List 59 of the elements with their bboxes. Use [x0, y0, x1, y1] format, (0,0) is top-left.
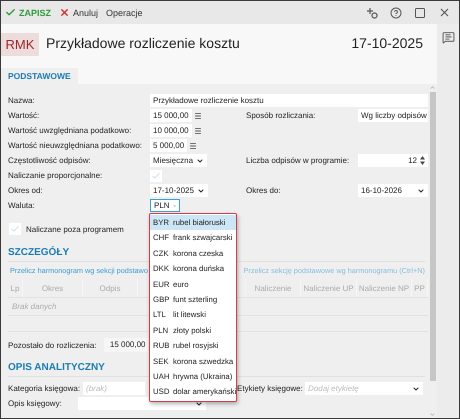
field-label: Wartość nieuwzględniana podatkowo:	[8, 141, 144, 150]
calculator-icon[interactable]	[194, 112, 202, 120]
column-header: Naliczenie UP	[301, 279, 357, 297]
amount-field[interactable]: 5 000,00	[150, 139, 188, 152]
chevron-down-icon	[196, 156, 204, 164]
comment-icon[interactable]	[442, 31, 454, 44]
field-label: Wartość uwzględniana podatkowo:	[8, 126, 132, 135]
remaining-amount: 15 000,00	[104, 338, 148, 352]
field-label: Wartość:	[8, 111, 40, 120]
spinner-icon[interactable]	[420, 156, 425, 165]
column-header: Lp	[8, 279, 23, 297]
field-label: Częstotliwość odpisów:	[8, 156, 92, 165]
field-label: Okres od:	[8, 186, 44, 195]
field-label: Sposób rozliczania:	[246, 111, 316, 120]
chevron-down-icon	[412, 384, 420, 392]
cross-icon	[59, 7, 70, 18]
field-label: Okres do:	[246, 186, 282, 195]
field-label: Liczba odpisów w programie:	[246, 156, 350, 165]
chevron-down-icon	[195, 400, 203, 408]
column-header: PP	[412, 279, 428, 297]
field-label: Nazwa:	[8, 96, 36, 105]
field-label: Waluta:	[8, 201, 36, 210]
checkbox[interactable]	[150, 170, 162, 182]
column-header: Naliczenie	[246, 279, 301, 297]
scrollbar-thumb[interactable]	[430, 92, 436, 381]
checkbox[interactable]	[9, 223, 21, 235]
maximize-icon[interactable]	[414, 6, 426, 18]
checkbox-label: Naliczane poza programem	[26, 224, 124, 234]
select-field[interactable]: 16-10-2026	[358, 184, 428, 197]
document-title: Przykładowe rozliczenie kosztu	[46, 35, 240, 51]
calculator-icon[interactable]	[194, 126, 202, 134]
field-label: Pozostało do rozliczenia:	[8, 340, 96, 350]
add-icon[interactable]	[366, 6, 378, 18]
select-field[interactable]: Miesięczna	[150, 154, 208, 167]
document-date: 17-10-2025	[351, 35, 423, 51]
field-label: Naliczanie proporcjonalne:	[8, 171, 104, 180]
field-label: Kategoria księgowa:	[8, 384, 80, 393]
column-header: Naliczenie NP	[357, 279, 412, 297]
select-field[interactable]: Wg liczby odpisów	[358, 109, 428, 122]
select-field[interactable]: 17-10-2025	[150, 184, 208, 197]
checkmark-icon	[5, 7, 16, 18]
amount-field[interactable]: 10 000,00	[150, 124, 192, 137]
document-type-badge: RMK	[1, 33, 39, 56]
calculator-icon[interactable]	[189, 142, 198, 150]
operations-button[interactable]: Operacje	[106, 8, 143, 18]
field-label: Etykiety księgowe:	[237, 384, 304, 393]
cancel-button[interactable]: Anuluj	[59, 7, 98, 18]
currency-select[interactable]: PLN	[150, 199, 180, 212]
help-icon[interactable]	[390, 6, 402, 18]
field-label: Opis księgowy:	[8, 399, 63, 408]
chevron-down-icon	[417, 186, 425, 194]
amount-field[interactable]: 15 000,00	[150, 109, 192, 122]
text-field[interactable]: Przykładowe rozliczenie kosztu	[150, 94, 428, 107]
close-icon[interactable]	[438, 6, 451, 19]
tab[interactable]: PODSTAWOWE	[1, 68, 78, 84]
number-field[interactable]: 12	[358, 154, 428, 167]
chevron-down-icon	[196, 186, 205, 194]
column-header: Okres	[23, 279, 83, 297]
column-header: Odpis	[83, 279, 138, 297]
